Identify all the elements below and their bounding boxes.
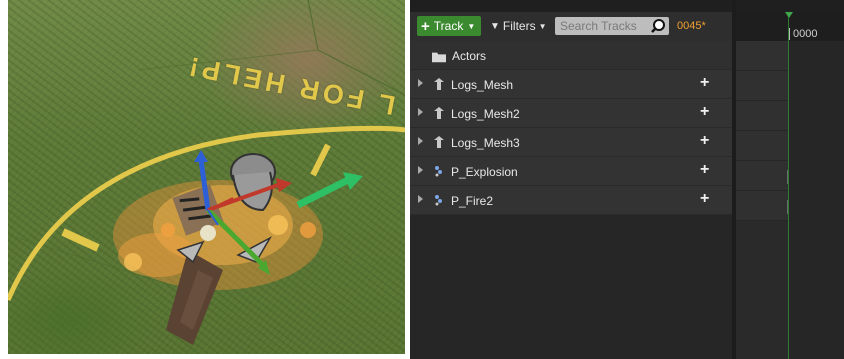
static-mesh-icon <box>434 136 444 148</box>
expand-arrow-icon[interactable] <box>418 166 423 174</box>
track-label: Logs_Mesh3 <box>451 136 520 150</box>
playhead-line[interactable] <box>788 12 789 359</box>
expand-arrow-icon[interactable] <box>418 79 423 87</box>
track-label: P_Explosion <box>451 165 518 179</box>
expand-arrow-icon[interactable] <box>418 195 423 203</box>
plus-icon: + <box>421 17 430 35</box>
track-row[interactable]: Logs_Mesh3 + <box>410 128 732 157</box>
add-track-button[interactable]: + Track ▼ <box>417 16 481 36</box>
add-subtrack-button[interactable]: + <box>700 104 709 120</box>
track-label: Logs_Mesh <box>451 78 514 92</box>
track-row[interactable]: P_Explosion + <box>410 157 732 186</box>
track-label: Logs_Mesh2 <box>451 107 520 121</box>
add-subtrack-button[interactable]: + <box>700 191 709 207</box>
add-subtrack-button[interactable]: + <box>700 162 709 178</box>
current-frame-display[interactable]: 0045* <box>677 20 706 32</box>
track-row[interactable]: Logs_Mesh2 + <box>410 99 732 128</box>
static-mesh-icon <box>434 78 444 90</box>
folder-row-actors[interactable]: Actors <box>410 41 732 70</box>
particle-system-icon <box>435 166 442 177</box>
track-row[interactable]: Logs_Mesh + <box>410 70 732 99</box>
search-tracks-input[interactable] <box>560 19 650 33</box>
playhead-handle[interactable] <box>785 12 793 18</box>
add-track-label: Track <box>433 19 464 33</box>
expand-arrow-icon[interactable] <box>418 108 423 116</box>
sequencer-toolbar: + Track ▼ ▼ Filters ▼ 0045* <box>410 12 736 41</box>
chevron-down-icon: ▼ <box>538 21 547 31</box>
search-icon[interactable] <box>650 18 666 34</box>
static-mesh-icon <box>434 107 444 119</box>
folder-icon <box>432 52 446 63</box>
track-outliner: Actors Logs_Mesh + Logs_Mesh2 + Logs_Mes… <box>410 41 732 215</box>
expand-arrow-icon[interactable] <box>418 137 423 145</box>
add-subtrack-button[interactable]: + <box>700 75 709 91</box>
track-row[interactable]: P_Fire2 + <box>410 186 732 215</box>
top-tab-strip <box>410 0 844 12</box>
folder-label: Actors <box>452 49 487 63</box>
level-viewport[interactable]: L FOR HELP! <box>8 0 405 354</box>
particle-system-icon <box>435 195 442 206</box>
filter-icon: ▼ <box>490 20 500 32</box>
timeline-inactive-range <box>789 41 844 359</box>
sequencer-panel: + Track ▼ ▼ Filters ▼ 0045* Actors <box>410 0 844 359</box>
timeline-area[interactable]: 0000 <box>736 12 844 359</box>
chevron-down-icon: ▼ <box>467 21 476 31</box>
filters-label: Filters <box>502 19 536 33</box>
add-subtrack-button[interactable]: + <box>700 133 709 149</box>
ruler-tick-label: 0000 <box>793 28 818 40</box>
track-label: P_Fire2 <box>451 194 494 208</box>
ruler-tick <box>789 28 790 40</box>
filters-button[interactable]: ▼ Filters ▼ <box>490 16 547 36</box>
search-tracks-box <box>555 17 669 35</box>
